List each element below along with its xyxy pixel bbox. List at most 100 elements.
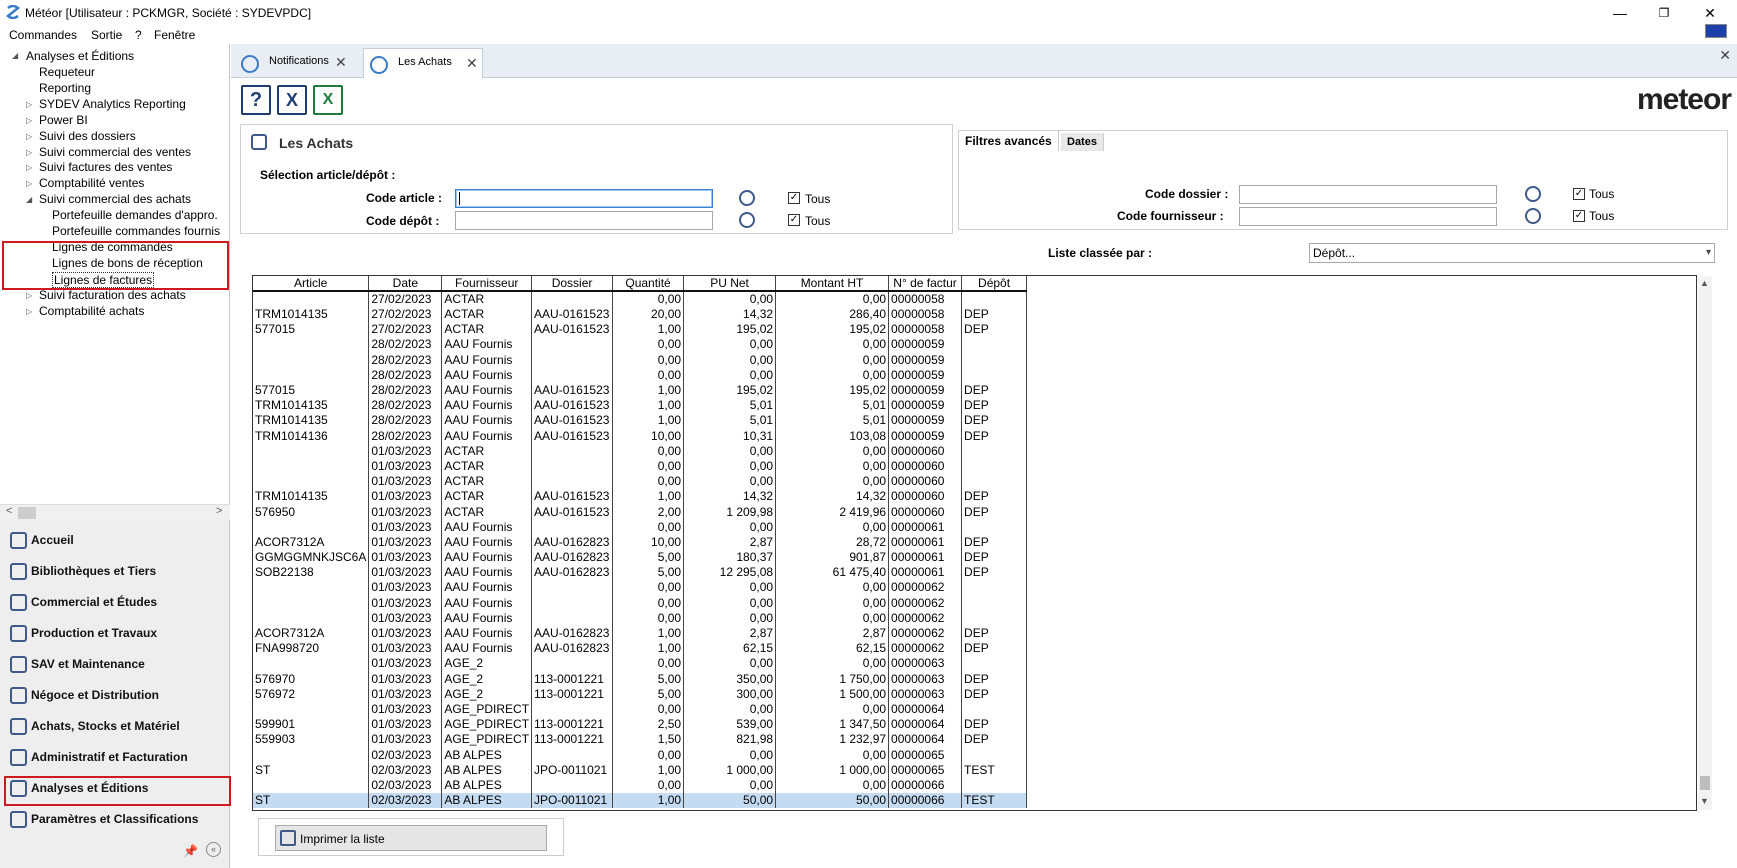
collapse-panel-icon[interactable]: « [206,842,221,857]
code-dossier-search-icon[interactable] [1525,186,1541,202]
grid-scroll-thumb[interactable] [1700,776,1710,790]
nav-button[interactable]: Négoce et Distribution [4,681,228,709]
code-article-tous-checkbox[interactable]: ✓ [788,192,800,204]
table-row[interactable]: TRM1014136 28/02/2023 AAU Fournis AAU-01615… [253,428,1028,444]
table-row[interactable]: 599901 01/03/2023 AGE_PDIRECT 113-0001221 2,… [253,717,1028,733]
close-button[interactable]: X [277,85,307,115]
code-dossier-tous-checkbox[interactable]: ✓ [1573,188,1585,200]
table-row[interactable]: 559903 01/03/2023 AGE_PDIRECT 113-0001221 1,… [253,732,1028,748]
restore-button[interactable]: ❐ [1644,2,1684,24]
menu-commandes[interactable]: Commandes [9,28,77,42]
col-depot[interactable]: Dépôt [961,276,1028,292]
table-row[interactable]: 02/03/2023 AB ALPES 0,00 0,00 0,00 00000066 [253,777,1028,793]
code-fournisseur-tous-checkbox[interactable]: ✓ [1573,210,1585,222]
collapsed-triangle-icon[interactable]: ▷ [26,163,32,172]
col-montant-ht[interactable]: Montant HT [775,276,890,292]
table-row[interactable]: 576972 01/03/2023 AGE_2 113-0001221 5,00 300,… [253,686,1028,702]
code-article-search-icon[interactable] [739,190,755,206]
help-button[interactable]: ? [241,85,271,115]
language-flag-icon[interactable] [1705,24,1727,38]
scroll-down-icon[interactable]: ▼ [1700,796,1709,806]
table-row[interactable]: GGMGGMNKJSC6A 01/03/2023 AAU Fournis AAU-01… [253,550,1028,566]
tree-item[interactable]: Suivi factures des ventes [39,160,172,174]
table-row[interactable]: 577015 27/02/2023 ACTAR AAU-0161523 1,00 195,… [253,322,1028,338]
expanded-triangle-icon[interactable]: ◢ [12,51,18,60]
minimize-button[interactable]: — [1600,2,1640,24]
table-row[interactable]: 576970 01/03/2023 AGE_2 113-0001221 5,00 350,… [253,671,1028,687]
col-article[interactable]: Article [253,276,370,292]
close-window-button[interactable]: ✕ [1690,2,1730,24]
collapsed-triangle-icon[interactable]: ▷ [26,132,32,141]
nav-button[interactable]: Bibliothèques et Tiers [4,557,228,585]
tree-item[interactable]: Suivi des dossiers [39,129,136,143]
table-row[interactable]: 01/03/2023 AAU Fournis 0,00 0,00 0,00 0000006… [253,580,1028,596]
table-row[interactable]: 28/02/2023 AAU Fournis 0,00 0,00 0,00 0000005… [253,337,1028,353]
tree-item[interactable]: Portefeuille commandes fournis [52,224,220,238]
collapsed-triangle-icon[interactable]: ▷ [26,307,32,316]
tree-item[interactable]: Comptabilité achats [39,304,144,318]
collapsed-triangle-icon[interactable]: ▷ [26,100,32,109]
close-tab-achats-icon[interactable]: ✕ [466,55,478,72]
nav-button[interactable]: Administratif et Facturation [4,743,228,771]
sorted-by-select[interactable]: Dépôt... ▾ [1309,243,1715,263]
table-row[interactable]: 02/03/2023 AB ALPES 0,00 0,00 0,00 00000065 [253,747,1028,763]
scroll-left-icon[interactable]: < [6,505,12,517]
table-row[interactable]: 01/03/2023 AGE_2 0,00 0,00 0,00 00000063 [253,656,1028,672]
table-row[interactable]: ST 02/03/2023 AB ALPES JPO-0011021 1,00 1 000… [253,762,1028,778]
tree-item[interactable]: SYDEV Analytics Reporting [39,97,186,111]
scroll-right-icon[interactable]: > [216,505,222,517]
table-row[interactable]: ST 02/03/2023 AB ALPES JPO-0011021 1,00 50,00… [253,793,1028,809]
nav-button[interactable]: SAV et Maintenance [4,650,228,678]
table-row[interactable]: 01/03/2023 AAU Fournis 0,00 0,00 0,00 0000006… [253,610,1028,626]
chevron-down-icon[interactable]: ▾ [1706,244,1711,262]
collapsed-triangle-icon[interactable]: ▷ [26,148,32,157]
collapsed-triangle-icon[interactable]: ▷ [26,291,32,300]
code-dossier-input[interactable] [1239,185,1497,204]
code-depot-search-icon[interactable] [739,212,755,228]
nav-button[interactable]: Accueil [4,526,228,554]
code-depot-input[interactable] [455,211,713,230]
menu-sortie[interactable]: Sortie [91,28,122,42]
tree-item[interactable]: Comptabilité ventes [39,176,144,190]
col-dossier[interactable]: Dossier [531,276,614,292]
tree-item[interactable]: Suivi commercial des ventes [39,145,191,159]
table-row[interactable]: TRM1014135 28/02/2023 AAU Fournis AAU-01615… [253,398,1028,414]
menu-help[interactable]: ? [135,28,142,42]
table-row[interactable]: 01/03/2023 AAU Fournis 0,00 0,00 0,00 0000006… [253,519,1028,535]
grid-vertical-scrollbar[interactable]: ▲ ▼ [1698,276,1712,810]
nav-button[interactable]: Production et Travaux [4,619,228,647]
tab-dates[interactable]: Dates [1061,133,1104,151]
table-row[interactable]: TRM1014135 28/02/2023 AAU Fournis AAU-01615… [253,413,1028,429]
code-fournisseur-search-icon[interactable] [1525,208,1541,224]
nav-button[interactable]: Paramètres et Classifications [4,805,228,833]
col-num-facture[interactable]: N° de factur [888,276,963,292]
table-row[interactable]: 01/03/2023 ACTAR 0,00 0,00 0,00 00000060 [253,458,1028,475]
scroll-up-icon[interactable]: ▲ [1700,278,1709,288]
collapsed-triangle-icon[interactable]: ▷ [26,116,32,125]
tree-horizontal-scrollbar[interactable]: < > [0,504,230,520]
table-row[interactable]: ACOR7312A 01/03/2023 AAU Fournis AAU-016282… [253,625,1028,642]
table-row[interactable]: SOB22138 01/03/2023 AAU Fournis AAU-0162823… [253,565,1028,581]
table-row[interactable]: 01/03/2023 AGE_PDIRECT 0,00 0,00 0,00 0000006… [253,701,1028,718]
tree-item[interactable]: Suivi commercial des achats [39,192,191,206]
print-list-button[interactable]: Imprimer la liste [275,825,547,851]
close-tab-notifications-icon[interactable]: ✕ [335,54,347,71]
scroll-thumb[interactable] [18,507,36,519]
table-row[interactable]: TRM1014135 01/03/2023 ACTAR AAU-0161523 1,00… [253,489,1028,505]
expanded-triangle-icon[interactable]: ◢ [26,195,32,204]
collapsed-triangle-icon[interactable]: ▷ [26,179,32,188]
col-quantite[interactable]: Quantité [612,276,685,292]
code-fournisseur-input[interactable] [1239,207,1497,226]
col-fournisseur[interactable]: Fournisseur [441,276,533,292]
table-row[interactable]: 01/03/2023 AAU Fournis 0,00 0,00 0,00 0000006… [253,595,1028,611]
table-row[interactable]: 577015 28/02/2023 AAU Fournis AAU-0161523 1,… [253,382,1028,399]
tree-item[interactable]: Requeteur [39,65,95,79]
table-row[interactable]: 28/02/2023 AAU Fournis 0,00 0,00 0,00 0000005… [253,352,1028,368]
tab-filtres-avances[interactable]: Filtres avancés [959,131,1059,151]
pin-icon[interactable]: 📌 [183,844,198,858]
col-date[interactable]: Date [368,276,443,292]
code-article-input[interactable] [455,189,713,208]
table-row[interactable]: 01/03/2023 ACTAR 0,00 0,00 0,00 00000060 [253,474,1028,490]
nav-button[interactable]: Achats, Stocks et Matériel [4,712,228,740]
table-row[interactable]: 01/03/2023 ACTAR 0,00 0,00 0,00 00000060 [253,443,1028,459]
